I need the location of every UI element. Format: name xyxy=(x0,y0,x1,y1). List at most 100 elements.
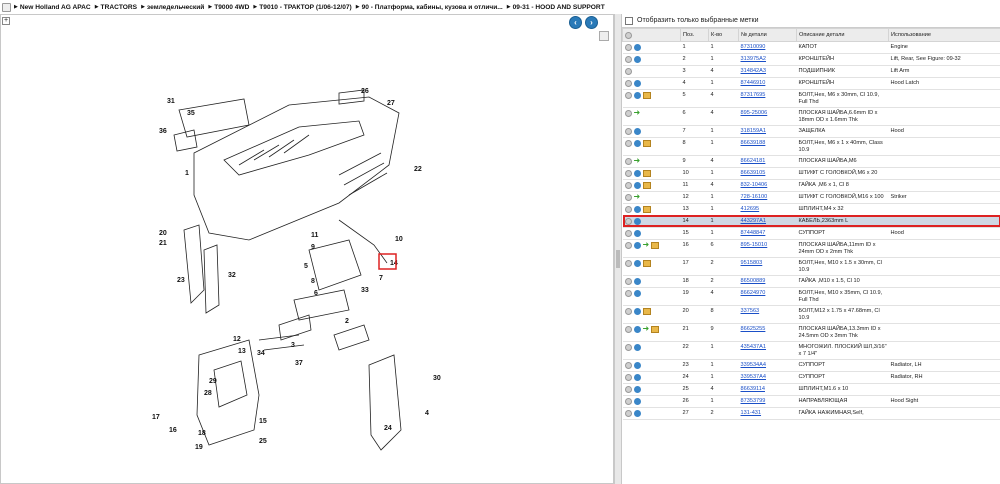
info-icon[interactable] xyxy=(624,361,632,369)
part-number-link[interactable]: 86639188 xyxy=(741,140,766,146)
callout-number[interactable]: 16 xyxy=(169,427,177,434)
info-icon[interactable] xyxy=(624,373,632,381)
info-icon[interactable] xyxy=(624,193,632,201)
part-number-link[interactable]: 86500889 xyxy=(741,278,766,284)
reference-icon[interactable] xyxy=(633,361,641,369)
breadcrumb-item[interactable]: 90 - Платформа, кабины, кузова и отличи.… xyxy=(362,4,503,11)
part-number-cell[interactable]: 728-16100 xyxy=(738,191,797,204)
table-row[interactable]: ➜ 12 1 728-16100 ШТИФТ С ГОЛОВКОЙ,M16 x 100 S… xyxy=(622,191,1000,204)
info-icon[interactable] xyxy=(624,55,632,63)
table-row[interactable]: 3 4 314842A3 ПОДШИПНИК Lift Arm xyxy=(622,65,1000,78)
part-number-link[interactable]: 86639114 xyxy=(741,386,765,392)
part-number-link[interactable]: 87448847 xyxy=(741,230,766,236)
column-header[interactable]: Поз. xyxy=(680,28,709,42)
breadcrumb-item[interactable]: земледельческий xyxy=(147,4,204,11)
info-icon[interactable] xyxy=(624,409,632,417)
callout-number[interactable]: 22 xyxy=(414,166,422,173)
prev-arrow-icon[interactable]: ‹ xyxy=(569,16,582,29)
part-number-link[interactable]: 895-15010 xyxy=(741,242,768,248)
replacement-arrow-icon[interactable]: ➜ xyxy=(643,324,651,333)
part-number-cell[interactable]: 87446910 xyxy=(738,77,797,90)
package-icon[interactable] xyxy=(642,169,651,177)
part-number-cell[interactable]: 435437A1 xyxy=(738,341,797,360)
callout-number[interactable]: 31 xyxy=(167,98,175,105)
breadcrumb-item[interactable]: T9010 - ТРАКТОР (1/06-12/07) xyxy=(259,4,352,11)
expand-icon[interactable]: + xyxy=(2,17,10,25)
info-icon[interactable] xyxy=(624,397,632,405)
callout-number[interactable]: 8 xyxy=(311,278,315,285)
part-number-cell[interactable]: 443297A1 xyxy=(738,215,797,228)
table-row[interactable]: 24 1 339537A4 СУППОРТ Radiator, RH xyxy=(622,371,1000,384)
callout-number[interactable]: 37 xyxy=(295,360,303,367)
part-number-link[interactable]: 9515803 xyxy=(741,260,763,266)
reference-icon[interactable] xyxy=(633,277,641,285)
info-icon[interactable] xyxy=(624,139,632,147)
splitter-handle[interactable] xyxy=(616,250,620,268)
reference-icon[interactable] xyxy=(633,385,641,393)
info-icon[interactable] xyxy=(624,79,632,87)
settings-icon[interactable] xyxy=(625,31,632,39)
reference-icon[interactable] xyxy=(633,44,641,51)
reference-icon[interactable] xyxy=(633,217,641,225)
info-icon[interactable] xyxy=(624,229,632,237)
part-number-link[interactable]: 318159A1 xyxy=(741,128,767,134)
info-icon[interactable] xyxy=(624,325,632,333)
table-row[interactable]: 14 1 443297A1 КАБЕЛЬ,2363mm L xyxy=(622,215,1000,228)
callout-number[interactable]: 18 xyxy=(198,430,206,437)
table-row[interactable]: 25 4 86639114 ШПЛИНТ,M1.6 x 10 xyxy=(622,383,1000,396)
callout-number[interactable]: 32 xyxy=(228,272,236,279)
callout-number[interactable]: 2 xyxy=(345,318,349,325)
reference-icon[interactable] xyxy=(633,79,641,87)
info-icon[interactable] xyxy=(624,241,632,249)
breadcrumb-item[interactable]: TRACTORS xyxy=(101,4,138,11)
part-number-link[interactable]: 435437A1 xyxy=(741,344,767,350)
table-row[interactable]: 7 1 318159A1 ЗАЩЕЛКА Hood xyxy=(622,125,1000,138)
callout-number[interactable]: 13 xyxy=(238,348,246,355)
table-row[interactable]: 4 1 87446910 КРОНШТЕЙН Hood Latch xyxy=(622,77,1000,90)
part-number-cell[interactable]: 832-10406 xyxy=(738,179,797,192)
table-row[interactable]: 15 1 87448847 СУППОРТ Hood xyxy=(622,227,1000,240)
table-row[interactable]: 11 4 832-10406 ГАЙКА ,M6 x 1, Cl 8 xyxy=(622,179,1000,192)
part-number-cell[interactable]: 314842A3 xyxy=(738,65,797,78)
table-row[interactable]: 17 2 9515803 БОЛТ,Hex, M10 x 1.5 x 30mm, Cl… xyxy=(622,257,1000,276)
callout-number[interactable]: 23 xyxy=(177,277,185,284)
info-icon[interactable] xyxy=(624,259,632,267)
part-number-cell[interactable]: 86639105 xyxy=(738,167,797,180)
table-row[interactable]: 10 1 86639105 ШТИФТ С ГОЛОВКОЙ,M6 x 20 xyxy=(622,167,1000,180)
table-row[interactable]: 19 4 86624970 БОЛТ,Hex, M10 x 35mm, Cl 10.9… xyxy=(622,287,1000,306)
column-header[interactable]: Описание детали xyxy=(796,28,889,42)
callout-number[interactable]: 21 xyxy=(159,240,167,247)
package-icon[interactable] xyxy=(642,205,651,213)
table-row[interactable]: 13 1 412695 ШПЛИНТ,M4 x 32 xyxy=(622,203,1000,216)
reference-icon[interactable] xyxy=(633,181,641,189)
callout-number[interactable]: 34 xyxy=(257,350,265,357)
part-number-cell[interactable]: 86624181 xyxy=(738,155,797,168)
info-icon[interactable] xyxy=(624,169,632,177)
table-row[interactable]: ➜ 9 4 86624181 ПЛОСКАЯ ШАЙБА,M6 xyxy=(622,155,1000,168)
column-header[interactable]: Использование xyxy=(888,28,1000,42)
callout-number[interactable]: 15 xyxy=(259,418,267,425)
part-number-link[interactable]: 832-10406 xyxy=(741,182,768,188)
table-row[interactable]: ➜ 16 6 895-15010 ПЛОСКАЯ ШАЙБА,11mm ID x 24m… xyxy=(622,239,1000,258)
callout-number[interactable]: 20 xyxy=(159,230,167,237)
info-icon[interactable] xyxy=(624,289,632,297)
reference-icon[interactable] xyxy=(633,343,641,351)
table-row[interactable]: ➜ 21 9 86625255 ПЛОСКАЯ ШАЙБА,13.3mm ID x 24… xyxy=(622,323,1000,342)
callout-number[interactable]: 29 xyxy=(209,378,217,385)
breadcrumb-item[interactable]: T9000 4WD xyxy=(214,4,249,11)
info-icon[interactable] xyxy=(624,307,632,315)
part-number-cell[interactable]: 337563 xyxy=(738,305,797,324)
replacement-arrow-icon[interactable]: ➜ xyxy=(643,240,651,249)
callout-number[interactable]: 27 xyxy=(387,100,395,107)
reference-icon[interactable] xyxy=(633,229,641,237)
info-icon[interactable] xyxy=(624,181,632,189)
package-icon[interactable] xyxy=(642,139,651,147)
callout-number[interactable]: 4 xyxy=(425,410,429,417)
replacement-arrow-icon[interactable]: ➜ xyxy=(634,108,642,117)
header-icons[interactable] xyxy=(622,28,681,42)
part-number-cell[interactable]: 313975A2 xyxy=(738,53,797,66)
part-number-cell[interactable]: 9515803 xyxy=(738,257,797,276)
table-row[interactable]: 18 2 86500889 ГАЙКА ,M10 x 1.5, Cl 10 xyxy=(622,275,1000,288)
part-number-link[interactable]: 412695 xyxy=(741,206,760,212)
part-number-cell[interactable]: 895-25006 xyxy=(738,107,797,126)
